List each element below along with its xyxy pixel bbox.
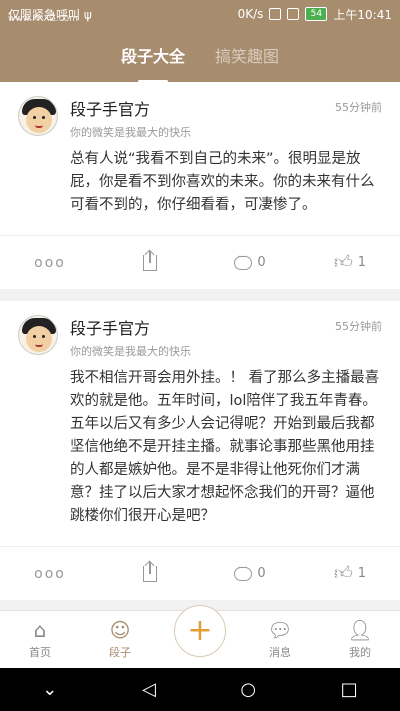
avatar[interactable] (18, 96, 58, 136)
comment-icon (234, 252, 253, 270)
home-circle-icon[interactable]: ○ (240, 679, 256, 700)
nav-profile-label: 我的 (349, 646, 371, 659)
more-button[interactable]: ooo (0, 255, 100, 271)
nav-post[interactable]: + (160, 604, 240, 668)
bottom-nav: ⌂ 首页 ☺ 段子 + 💬︎ 消息 👤︎ 我的 (0, 604, 400, 668)
message-icon: 💬︎ (267, 618, 293, 642)
nav-messages-label: 消息 (269, 646, 291, 659)
like-count: 1 (357, 566, 367, 581)
share-icon (143, 250, 157, 271)
status-right: 0K/s 54 上午10:41 (238, 6, 392, 23)
like-count: 1 (357, 255, 367, 270)
user-name[interactable]: 段子手官方 (70, 96, 335, 120)
back-icon[interactable]: ◁ (142, 679, 156, 700)
post-actions: ooo 0 👍︎ 1 (0, 546, 400, 600)
nav-jokes[interactable]: ☺ 段子 (80, 611, 160, 668)
post-time: 55分钟前 (335, 101, 382, 114)
post-content[interactable]: 总有人说“我看不到自己的未来”。很明显是放屁，你是看不到你喜欢的未来。你的未来有… (70, 148, 382, 235)
post-time: 55分钟前 (335, 320, 382, 333)
comment-button[interactable]: 0 (200, 252, 300, 270)
profile-icon: 👤︎ (347, 618, 373, 642)
more-dots-icon: ooo (34, 254, 66, 271)
watermark: www.FXXZ.com (8, 14, 78, 24)
post-card: 段子手官方 你的微笑是我最大的快乐 55分钟前 总有人说“我看不到自己的未来”。… (0, 82, 400, 289)
thumbs-up-icon: 👍︎ (333, 251, 353, 273)
network-speed: 0K/s (237, 7, 264, 21)
nav-jokes-label: 段子 (109, 646, 131, 659)
tab-funny-pics[interactable]: 搞笑趣图 (215, 37, 279, 73)
post-actions: ooo 0 👍︎ 1 (0, 235, 400, 289)
nav-profile[interactable]: 👤︎ 我的 (320, 611, 400, 668)
like-button[interactable]: 👍︎ 1 (300, 251, 400, 273)
post-content[interactable]: 我不相信开哥会用外挂。！ 看了那么多主播最喜欢的就是他。五年时间，lol陪伴了我… (70, 367, 382, 546)
system-nav-bar: ⌄ ◁ ○ □ (0, 668, 400, 711)
user-signature: 你的微笑是我最大的快乐 (70, 126, 191, 139)
comment-count: 0 (257, 255, 266, 270)
like-button[interactable]: 👍︎ 1 (300, 562, 400, 584)
comment-icon (234, 563, 253, 581)
plus-icon[interactable]: + (174, 604, 226, 657)
nav-home-label: 首页 (29, 646, 51, 659)
post-card: 段子手官方 你的微笑是我最大的快乐 55分钟前 我不相信开哥会用外挂。！ 看了那… (0, 301, 400, 600)
home-icon: ⌂ (33, 618, 47, 642)
more-dots-icon: ooo (34, 565, 66, 582)
more-button[interactable]: ooo (0, 566, 100, 582)
vibrate-icon (269, 8, 282, 20)
thumbs-up-icon: 👍︎ (333, 562, 353, 584)
down-chevron-icon[interactable]: ⌄ (42, 679, 57, 700)
comment-count: 0 (257, 566, 266, 581)
user-name[interactable]: 段子手官方 (70, 315, 335, 339)
smile-icon: ☺ (109, 618, 131, 642)
clock: 上午10:41 (333, 7, 392, 22)
top-tab-bar: 段子大全 搞笑趣图 (0, 28, 400, 83)
recents-icon[interactable]: □ (341, 679, 358, 700)
nav-messages[interactable]: 💬︎ 消息 (240, 611, 320, 668)
share-button[interactable] (100, 561, 200, 582)
battery-icon: 54 (305, 7, 328, 21)
comment-button[interactable]: 0 (200, 563, 300, 581)
share-icon (143, 561, 157, 582)
tab-jokes[interactable]: 段子大全 (121, 37, 185, 83)
wifi-icon (287, 8, 300, 20)
joke-feed[interactable]: 段子手官方 你的微笑是我最大的快乐 55分钟前 总有人说“我看不到自己的未来”。… (0, 82, 400, 610)
user-signature: 你的微笑是我最大的快乐 (70, 345, 191, 358)
avatar[interactable] (18, 315, 58, 355)
share-button[interactable] (100, 250, 200, 271)
nav-home[interactable]: ⌂ 首页 (0, 611, 80, 668)
